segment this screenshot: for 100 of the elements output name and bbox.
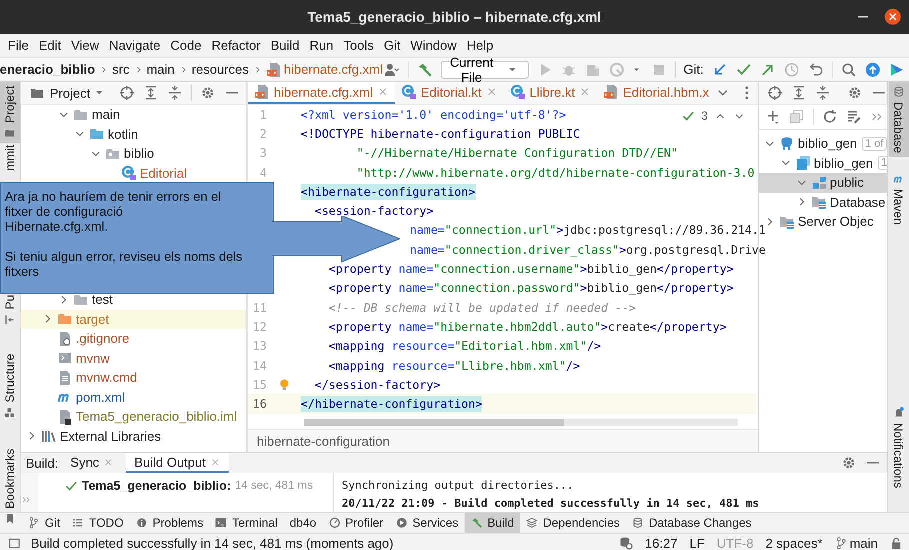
tree-item[interactable]: .gitignore	[76, 331, 130, 346]
breadcrumb-item[interactable]: resources	[192, 62, 249, 77]
tool-window-button[interactable]: mmit	[0, 143, 20, 174]
collapse-icon[interactable]	[815, 85, 831, 101]
tree-item[interactable]: target	[76, 312, 110, 327]
tree-item[interactable]: Tema5_generacio_biblio.iml	[76, 409, 238, 424]
terminal-icon	[215, 517, 228, 529]
build-tab[interactable]: Build Output	[126, 453, 229, 473]
crosshair-icon[interactable]	[767, 85, 783, 101]
tree-item[interactable]: mvnw	[76, 350, 110, 366]
menu-item[interactable]: Run	[304, 38, 339, 53]
bulb-icon[interactable]	[278, 378, 290, 392]
menu-item[interactable]: File	[3, 38, 34, 53]
search-icon[interactable]	[840, 62, 857, 78]
database-icon[interactable]	[619, 536, 634, 550]
menu-item[interactable]: Git	[378, 38, 406, 53]
menu-item[interactable]: Tools	[338, 38, 379, 53]
tool-window-button[interactable]: Pu	[0, 291, 20, 330]
tool-window-button[interactable]: Maven	[888, 169, 908, 230]
menu-item[interactable]: Help	[462, 38, 499, 53]
collapse-icon[interactable]	[167, 85, 183, 101]
tool-window-button[interactable]: Build	[464, 513, 520, 533]
tree-item[interactable]: kotlin	[108, 126, 138, 142]
edit-icon[interactable]	[846, 109, 862, 125]
breadcrumb-item[interactable]: main	[146, 62, 175, 77]
indent-setting[interactable]: 2 spaces*	[766, 536, 823, 550]
tree-item[interactable]: Server Objec	[798, 214, 874, 230]
tree-item[interactable]: Editorial	[140, 166, 187, 181]
square-icon[interactable]	[8, 536, 21, 550]
expand-icon[interactable]	[791, 85, 807, 101]
editor-tab[interactable]: hibernate.cfg.xml	[248, 82, 395, 104]
tree-item[interactable]: biblio_gen	[798, 136, 858, 152]
excluded-row[interactable]: target	[21, 310, 246, 329]
tool-window-button[interactable]: Project	[0, 82, 20, 144]
line-number: 14	[252, 358, 267, 372]
tool-window-button[interactable]: Bookmarks	[0, 444, 20, 529]
tool-window-button[interactable]: Structure	[0, 350, 20, 423]
tool-window-button[interactable]: Profiler	[322, 513, 390, 533]
folder-icon	[4, 127, 16, 140]
menu-item[interactable]: Refactor	[206, 38, 266, 53]
breadcrumb-item[interactable]: eneracio_biblio	[0, 62, 96, 77]
settings-icon[interactable]	[841, 455, 857, 471]
breadcrumb-item[interactable]: hibernate.cfg.xml	[284, 62, 383, 77]
expand-icon[interactable]	[143, 85, 159, 101]
menu-item[interactable]: Navigate	[104, 38, 166, 53]
refresh-icon[interactable]	[822, 109, 838, 125]
tool-window-button[interactable]: TODO	[66, 513, 130, 533]
menu-item[interactable]: Edit	[34, 38, 66, 53]
menu-item[interactable]: Window	[406, 38, 462, 53]
crosshair-icon[interactable]	[119, 85, 135, 101]
plus-icon[interactable]	[765, 109, 781, 125]
tree-item[interactable]: biblio	[124, 146, 154, 162]
code-line: "http://www.hibernate.org/dtd/hibernate-configuration-3.0	[356, 164, 755, 181]
tool-window-button[interactable]: Notifications	[888, 402, 908, 492]
tree-item[interactable]: test	[92, 292, 113, 308]
git-branch[interactable]: main	[850, 536, 878, 550]
tool-window-button[interactable]: Database	[888, 82, 908, 158]
panel-title: Build:	[26, 456, 59, 470]
upload-icon[interactable]	[864, 62, 881, 78]
editor-tab[interactable]: Llibre.kt	[504, 82, 598, 104]
gauge-icon	[328, 517, 341, 529]
breadcrumb-item[interactable]: hibernate-configuration	[257, 434, 390, 448]
check-icon[interactable]	[736, 62, 752, 78]
undo-icon[interactable]	[808, 62, 824, 78]
tool-window-button[interactable]: Database Changes	[626, 513, 758, 533]
tree-item[interactable]: biblio_gen	[814, 156, 874, 171]
check-icon[interactable]	[682, 110, 696, 122]
tree-item[interactable]: pom.xml	[76, 390, 126, 405]
menu-item[interactable]: Build	[266, 38, 305, 53]
hammer-icon[interactable]	[416, 62, 433, 78]
tool-window-button[interactable]: Git	[22, 513, 66, 533]
tool-window-button[interactable]: Problems	[130, 513, 210, 533]
scrollbar-thumb[interactable]	[304, 419, 564, 426]
caret-position[interactable]: 16:27	[645, 536, 678, 550]
tree-item[interactable]: mvnw.cmd	[76, 370, 138, 386]
tree-item[interactable]: Database	[830, 194, 886, 210]
menu-item[interactable]: Code	[166, 38, 207, 53]
tree-item[interactable]: main	[92, 107, 120, 122]
settings-icon[interactable]	[200, 85, 216, 101]
line-separator[interactable]: LF	[690, 536, 705, 550]
tree-item[interactable]: External Libraries	[60, 428, 162, 444]
tool-window-button[interactable]: Services	[390, 513, 465, 533]
editor-tab[interactable]: Editorial.hbm.x	[597, 82, 716, 104]
build-result[interactable]: Tema5_generacio_biblio:	[82, 479, 232, 493]
panel-title[interactable]: Project	[50, 86, 90, 100]
lock-icon[interactable]	[890, 536, 903, 550]
settings-icon[interactable]	[847, 85, 863, 101]
inspection-count[interactable]: 3	[701, 109, 708, 123]
database-icon	[795, 155, 811, 172]
tool-window-button[interactable]: Dependencies	[520, 513, 626, 533]
close-icon[interactable]	[885, 9, 901, 25]
build-tab[interactable]: Sync	[62, 453, 122, 473]
selected-row[interactable]: public	[759, 173, 887, 192]
breadcrumb-item[interactable]: src	[112, 62, 130, 77]
editor-tab[interactable]: Editorial.kt	[395, 82, 504, 104]
tool-window-button[interactable]: Terminal	[209, 513, 284, 533]
tree-item[interactable]: public	[830, 175, 864, 190]
user-icon[interactable]	[384, 62, 400, 78]
menu-item[interactable]: View	[66, 38, 104, 53]
tool-window-button[interactable]: db4o	[284, 513, 323, 533]
